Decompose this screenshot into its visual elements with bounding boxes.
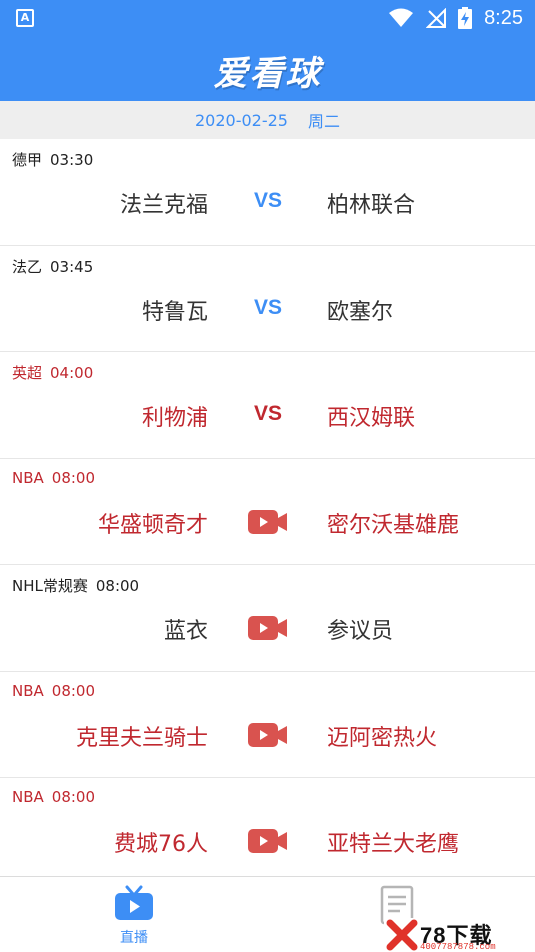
league-name: NBA <box>12 788 44 806</box>
match-time: 08:00 <box>51 788 96 806</box>
wifi-icon <box>389 8 414 27</box>
vs-label: VS <box>253 189 282 212</box>
home-team: 蓝衣 <box>163 619 208 644</box>
match-row[interactable]: 德甲 03:30 法兰克福 VS 柏林联合 <box>0 139 535 246</box>
match-time: 08:00 <box>51 681 96 700</box>
home-team: 利物浦 <box>141 406 208 431</box>
match-list: 德甲 03:30 法兰克福 VS 柏林联合法乙 03:45 特鲁瓦 VS 欧塞尔英超 04:00 利… <box>0 139 535 885</box>
battery-charging-icon <box>458 7 473 29</box>
nav-item-live[interactable]: 直播 <box>106 885 162 947</box>
away-team: 柏林联合 <box>327 193 416 218</box>
status-icons: 8:25 <box>388 0 523 36</box>
match-time: 04:00 <box>50 364 94 382</box>
watermark-sub: 4007787878.com <box>420 942 496 952</box>
match-row[interactable]: NBA 08:00 克里夫兰骑士 迈阿密热火 <box>0 672 535 778</box>
match-time: 03:30 <box>50 151 94 169</box>
video-camera-icon[interactable] <box>248 722 288 748</box>
nav-live-label: 直播 <box>120 930 148 946</box>
video-camera-icon[interactable] <box>248 509 288 535</box>
date-label: 2020-02-25 <box>195 110 288 130</box>
app-title: 爱看球 <box>213 54 322 94</box>
vs-label: VS <box>253 295 282 319</box>
match-league: 德甲 03:30 <box>12 149 101 170</box>
match-time: 03:45 <box>50 257 94 276</box>
away-team: 迈阿密热火 <box>327 725 438 751</box>
home-team: 克里夫兰骑士 <box>75 725 208 751</box>
league-name: NHL常规赛 <box>12 577 88 595</box>
away-team: 亚特兰大老鹰 <box>327 832 460 857</box>
tv-icon <box>115 885 153 920</box>
status-bar: A 8:25 <box>0 0 535 36</box>
no-signal-icon <box>426 8 447 28</box>
weekday-label: 周二 <box>307 112 340 131</box>
video-camera-icon[interactable] <box>248 828 288 854</box>
date-bar: 2020-02-25 周二 <box>0 101 535 139</box>
away-team: 参议员 <box>327 619 394 644</box>
league-name: 英超 <box>12 364 43 382</box>
app-header: 爱看球 <box>0 36 535 101</box>
vs-label: VS <box>253 402 282 425</box>
home-team: 特鲁瓦 <box>141 299 208 325</box>
home-team: 法兰克福 <box>119 193 208 218</box>
league-name: NBA <box>12 681 44 700</box>
league-name: 法乙 <box>12 257 43 276</box>
match-league: NHL常规赛 08:00 <box>12 575 147 596</box>
league-name: NBA <box>12 468 44 487</box>
match-row[interactable]: NBA 08:00 华盛顿奇才 密尔沃基雄鹿 <box>0 459 535 565</box>
match-league: NBA 08:00 <box>12 469 103 487</box>
watermark: 78下载 4007787878.com <box>384 918 535 952</box>
status-time: 8:25 <box>484 6 523 29</box>
app-notification-icon: A <box>16 9 34 27</box>
match-league: 英超 04:00 <box>12 362 101 383</box>
match-row[interactable]: NHL常规赛 08:00 蓝衣 参议员 <box>0 565 535 672</box>
away-team: 密尔沃基雄鹿 <box>327 512 460 538</box>
match-league: NBA 08:00 <box>12 682 103 700</box>
match-row[interactable]: NBA 08:00 费城76人 亚特兰大老鹰 <box>0 778 535 885</box>
match-league: NBA 08:00 <box>12 788 103 806</box>
watermark-x-icon <box>386 919 418 951</box>
video-camera-icon[interactable] <box>248 615 288 641</box>
away-team: 西汉姆联 <box>327 406 416 431</box>
match-league: 法乙 03:45 <box>12 256 101 277</box>
away-team: 欧塞尔 <box>327 299 394 325</box>
match-row[interactable]: 法乙 03:45 特鲁瓦 VS 欧塞尔 <box>0 246 535 352</box>
league-name: 德甲 <box>12 151 43 169</box>
match-time: 08:00 <box>51 468 96 487</box>
home-team: 华盛顿奇才 <box>97 512 208 538</box>
home-team: 费城76人 <box>114 832 208 857</box>
match-time: 08:00 <box>95 577 140 595</box>
match-row[interactable]: 英超 04:00 利物浦 VS 西汉姆联 <box>0 352 535 459</box>
